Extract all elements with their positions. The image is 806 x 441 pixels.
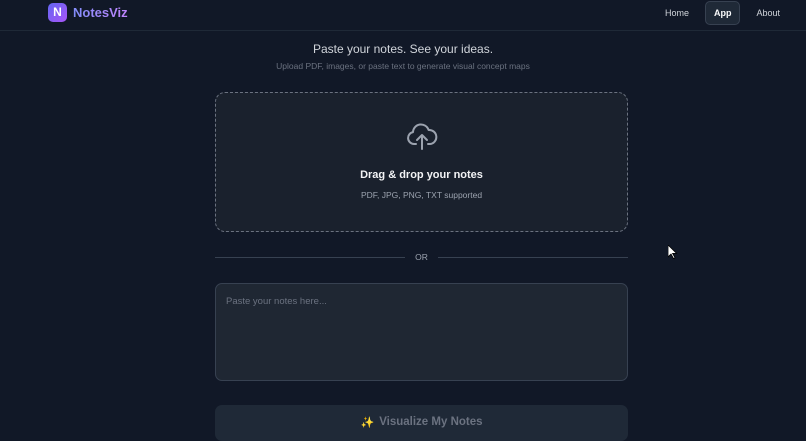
nav-links: Home App About <box>657 1 788 25</box>
brand-logo-icon: N <box>48 2 67 22</box>
sparkles-icon: ✨ <box>360 417 375 429</box>
brand[interactable]: N NotesViz <box>48 2 128 22</box>
page-headline: Paste your notes. See your ideas. <box>312 42 494 56</box>
nav-link-about[interactable]: About <box>748 2 788 24</box>
notes-textarea[interactable] <box>215 283 628 381</box>
nav-link-app[interactable]: App <box>704 1 741 25</box>
divider-line-right <box>438 257 628 258</box>
brand-name: NotesViz <box>73 4 128 20</box>
nav-link-home[interactable]: Home <box>657 2 697 24</box>
visualize-button[interactable]: ✨ Visualize My Notes <box>215 405 628 441</box>
mouse-pointer-icon <box>668 245 678 259</box>
dropzone-title: Drag & drop your notes <box>360 169 483 181</box>
cloud-upload-icon <box>407 123 438 150</box>
dropzone-formats: PDF, JPG, PNG, TXT supported <box>360 190 483 200</box>
visualize-button-label: Visualize My Notes <box>379 416 483 428</box>
file-dropzone[interactable]: Drag & drop your notes PDF, JPG, PNG, TX… <box>215 92 628 232</box>
top-nav: N NotesViz Home App About <box>0 0 806 31</box>
or-divider: OR <box>215 251 628 263</box>
page-subheadline: Upload PDF, images, or paste text to gen… <box>276 61 530 71</box>
